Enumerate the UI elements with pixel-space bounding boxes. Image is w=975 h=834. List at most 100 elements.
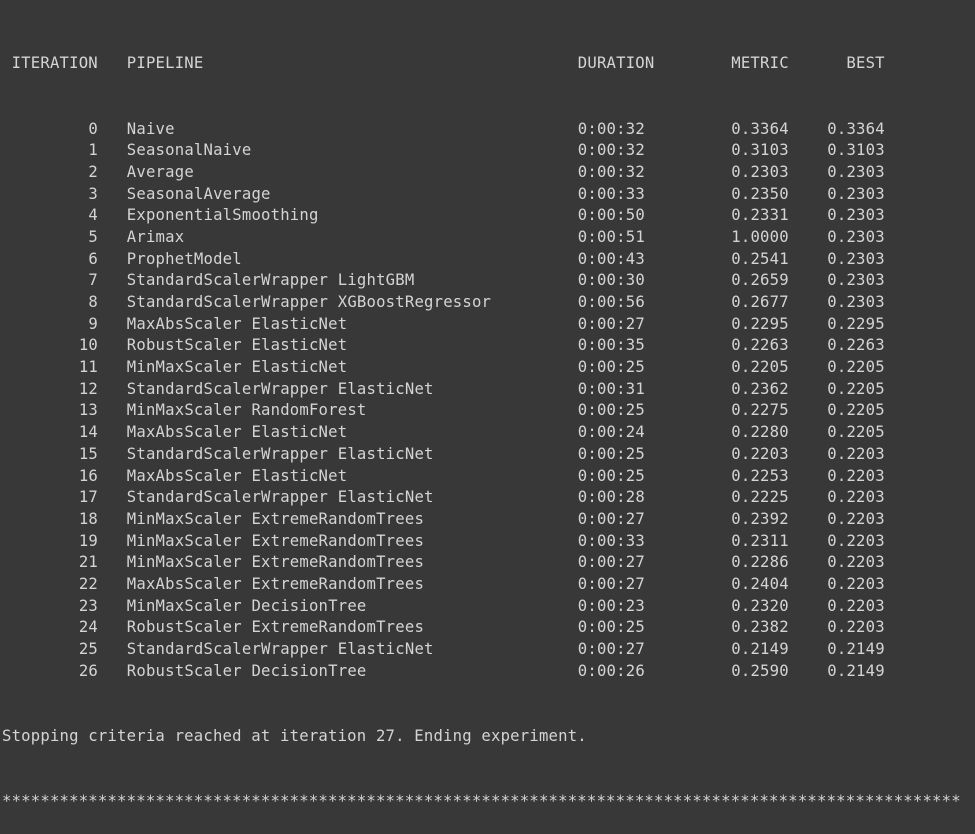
header-duration: DURATION — [577, 54, 655, 73]
cell-duration: 0:00:25 — [577, 358, 645, 377]
table-row: 19 MinMaxScaler ExtremeRandomTrees 0:00:33… — [2, 531, 975, 553]
cell-duration: 0:00:27 — [577, 314, 645, 333]
cell-best: 0.2303 — [827, 206, 885, 225]
table-row: 18 MinMaxScaler ExtremeRandomTrees 0:00:27… — [2, 509, 975, 531]
header-best: BEST — [846, 54, 885, 73]
cell-pipeline: StandardScalerWrapper ElasticNet — [126, 640, 434, 658]
cell-iteration: 1 — [88, 141, 98, 160]
cell-metric: 0.2677 — [731, 293, 789, 311]
cell-duration: 0:00:30 — [577, 271, 645, 290]
cell-metric: 0.2225 — [731, 488, 789, 507]
cell-pipeline: StandardScalerWrapper ElasticNet — [126, 444, 434, 463]
cell-best: 0.2295 — [827, 314, 885, 333]
cell-pipeline: MinMaxScaler DecisionTree — [126, 596, 367, 615]
cell-pipeline: StandardScalerWrapper ElasticNet — [126, 488, 434, 507]
cell-pipeline: StandardScalerWrapper XGBoostRegressor — [126, 293, 492, 311]
table-row: 14 MaxAbsScaler ElasticNet 0:00:24 0.2280 0.… — [2, 422, 975, 444]
cell-best: 0.2303 — [827, 271, 885, 290]
header-metric: METRIC — [731, 54, 789, 73]
cell-metric: 0.2659 — [731, 271, 789, 290]
cell-metric: 0.2382 — [731, 618, 789, 637]
cell-duration: 0:00:26 — [577, 661, 645, 680]
table-header: ITERATION PIPELINE DURATION METRIC BEST — [2, 53, 975, 75]
cell-best: 0.2303 — [827, 227, 885, 246]
cell-pipeline: MaxAbsScaler ElasticNet — [126, 314, 348, 333]
table-row: 15 StandardScalerWrapper ElasticNet 0:00:2… — [2, 444, 975, 466]
cell-duration: 0:00:33 — [577, 531, 645, 550]
cell-duration: 0:00:24 — [577, 423, 645, 442]
table-row: 10 RobustScaler ElasticNet 0:00:35 0.2263 0.… — [2, 335, 975, 357]
cell-pipeline: MaxAbsScaler ElasticNet — [126, 423, 348, 442]
cell-iteration: 3 — [88, 184, 98, 203]
cell-pipeline: ExponentialSmoothing — [126, 206, 319, 225]
cell-iteration: 10 — [78, 336, 98, 355]
separator-line: ****************************************… — [2, 791, 961, 810]
cell-iteration: 2 — [88, 162, 98, 181]
cell-best: 0.2203 — [827, 596, 885, 615]
table-row: 24 RobustScaler ExtremeRandomTrees 0:00:25… — [2, 617, 975, 639]
cell-best: 0.3364 — [827, 119, 885, 138]
cell-pipeline: RobustScaler DecisionTree — [126, 661, 367, 680]
cell-metric: 0.2320 — [731, 596, 789, 615]
table-row: 25 StandardScalerWrapper ElasticNet 0:00:2… — [2, 639, 975, 661]
cell-metric: 0.2205 — [731, 358, 789, 377]
cell-best: 0.2203 — [827, 618, 885, 637]
console-output: ITERATION PIPELINE DURATION METRIC BEST … — [2, 10, 975, 834]
cell-best: 0.2149 — [827, 661, 885, 680]
cell-best: 0.2149 — [827, 640, 885, 658]
cell-iteration: 19 — [78, 531, 98, 550]
cell-pipeline: MaxAbsScaler ElasticNet — [126, 466, 348, 485]
cell-metric: 0.2275 — [731, 401, 789, 420]
cell-duration: 0:00:28 — [577, 488, 645, 507]
cell-metric: 0.2590 — [731, 661, 789, 680]
cell-best: 0.2205 — [827, 423, 885, 442]
cell-pipeline: StandardScalerWrapper LightGBM — [126, 271, 415, 290]
cell-best: 0.2203 — [827, 509, 885, 528]
cell-duration: 0:00:31 — [577, 379, 645, 398]
cell-best: 0.2203 — [827, 466, 885, 485]
cell-iteration: 14 — [78, 423, 98, 442]
cell-duration: 0:00:25 — [577, 618, 645, 637]
cell-best: 0.2303 — [827, 162, 885, 181]
cell-duration: 0:00:27 — [577, 574, 645, 593]
cell-pipeline: Arimax — [126, 227, 185, 246]
cell-best: 0.2203 — [827, 531, 885, 550]
cell-iteration: 24 — [78, 618, 98, 637]
table-row: 21 MinMaxScaler ExtremeRandomTrees 0:00:27… — [2, 552, 975, 574]
cell-duration: 0:00:50 — [577, 206, 645, 225]
cell-best: 0.2303 — [827, 293, 885, 311]
table-row: 17 StandardScalerWrapper ElasticNet 0:00:2… — [2, 487, 975, 509]
header-pipeline: PIPELINE — [126, 54, 204, 73]
cell-metric: 0.2404 — [731, 574, 789, 593]
cell-pipeline: ProphetModel — [126, 249, 242, 268]
cell-iteration: 0 — [88, 119, 98, 138]
cell-metric: 1.0000 — [731, 227, 789, 246]
cell-pipeline: MaxAbsScaler ExtremeRandomTrees — [126, 574, 425, 593]
cell-iteration: 9 — [88, 314, 98, 333]
cell-metric: 0.3364 — [731, 119, 789, 138]
cell-duration: 0:00:23 — [577, 596, 645, 615]
cell-metric: 0.2149 — [731, 640, 789, 658]
cell-metric: 0.2253 — [731, 466, 789, 485]
cell-pipeline: MinMaxScaler RandomForest — [126, 401, 367, 420]
cell-iteration: 11 — [78, 358, 98, 377]
table-row: 6 ProphetModel 0:00:43 0.2541 0.2303 — [2, 249, 975, 271]
cell-iteration: 22 — [78, 574, 98, 593]
cell-metric: 0.2303 — [731, 162, 789, 181]
table-row: 16 MaxAbsScaler ElasticNet 0:00:25 0.2253 0.… — [2, 466, 975, 488]
cell-iteration: 13 — [78, 401, 98, 420]
cell-duration: 0:00:25 — [577, 466, 645, 485]
cell-iteration: 7 — [88, 271, 98, 290]
cell-duration: 0:00:32 — [577, 162, 645, 181]
cell-duration: 0:00:35 — [577, 336, 645, 355]
cell-duration: 0:00:25 — [577, 401, 645, 420]
cell-iteration: 4 — [88, 206, 98, 225]
cell-metric: 0.2286 — [731, 553, 789, 572]
cell-best: 0.2203 — [827, 553, 885, 572]
table-row: 26 RobustScaler DecisionTree 0:00:26 0.2590… — [2, 661, 975, 683]
cell-pipeline: StandardScalerWrapper ElasticNet — [126, 379, 434, 398]
cell-metric: 0.2263 — [731, 336, 789, 355]
cell-best: 0.2205 — [827, 379, 885, 398]
cell-duration: 0:00:27 — [577, 553, 645, 572]
cell-metric: 0.2541 — [731, 249, 789, 268]
